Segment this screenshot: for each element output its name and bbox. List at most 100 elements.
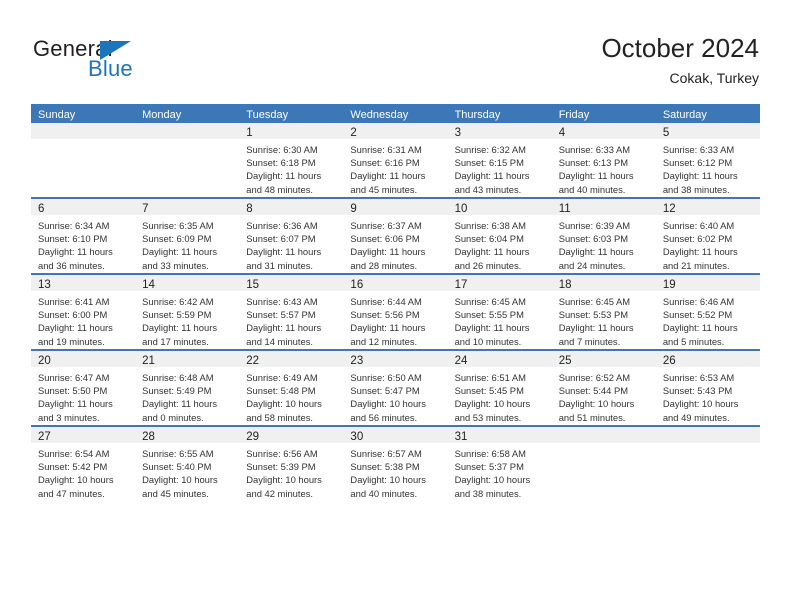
day-daylight-line2-text: and 14 minutes. [246,335,313,347]
day-number[interactable]: 23 [343,351,448,367]
day-daylight-line1-text: Daylight: 10 hours [38,474,114,486]
day-number[interactable]: 8 [239,199,344,215]
day-number[interactable]: 5 [655,123,760,139]
day-cell[interactable]: Sunrise: 6:44 AM Sunset: 5:56 PM Daylight:… [343,291,448,349]
day-sunset-text: Sunset: 5:38 PM [350,461,420,473]
day-sunrise-text: Sunrise: 6:45 AM [454,296,526,307]
day-cell[interactable]: Sunrise: 6:36 AM Sunset: 6:07 PM Daylight:… [239,215,344,273]
day-cell[interactable]: Sunrise: 6:35 AM Sunset: 6:09 PM Daylight:… [135,215,240,273]
day-number[interactable]: 21 [135,351,240,367]
day-number[interactable]: 10 [447,199,552,215]
day-number[interactable]: 6 [31,199,136,215]
day-number[interactable]: 17 [447,275,552,291]
day-sunrise-text: Sunrise: 6:43 AM [246,296,318,307]
day-sunset-text: Sunset: 5:47 PM [350,385,420,397]
day-number[interactable]: 16 [343,275,448,291]
day-number[interactable]: 9 [343,199,448,215]
day-number[interactable]: 1 [239,123,344,139]
day-cell[interactable]: Sunrise: 6:45 AM Sunset: 5:55 PM Daylight:… [447,291,552,349]
weekday-header-friday: Friday [551,104,656,123]
day-cell[interactable]: Sunrise: 6:37 AM Sunset: 6:06 PM Daylight:… [343,215,448,273]
day-sunrise-text: Sunrise: 6:52 AM [558,372,631,383]
day-sunset-text: Sunset: 6:13 PM [558,157,629,169]
day-cell[interactable]: Sunrise: 6:32 AM Sunset: 6:15 PM Daylight:… [447,139,552,197]
generalblue-logo[interactable]: General Blue [33,36,223,86]
day-cell[interactable]: Sunrise: 6:55 AM Sunset: 5:40 PM Daylight:… [135,443,240,501]
day-number[interactable]: 7 [135,199,240,215]
day-sunrise-text: Sunrise: 6:50 AM [350,372,422,383]
day-number[interactable]: 25 [551,351,656,367]
day-cell[interactable]: Sunrise: 6:42 AM Sunset: 5:59 PM Daylight:… [135,291,240,349]
day-cell[interactable]: Sunrise: 6:40 AM Sunset: 6:02 PM Daylight:… [655,215,760,273]
day-cell[interactable]: Sunrise: 6:51 AM Sunset: 5:45 PM Daylight:… [447,367,552,425]
day-cell[interactable]: Sunrise: 6:39 AM Sunset: 6:03 PM Daylight:… [551,215,656,273]
day-number[interactable]: 18 [551,275,656,291]
day-sunrise-text: Sunrise: 6:55 AM [142,448,214,459]
day-sunrise-text: Sunrise: 6:53 AM [662,372,735,383]
day-cell[interactable]: Sunrise: 6:45 AM Sunset: 5:53 PM Daylight:… [551,291,656,349]
day-cell[interactable]: Sunrise: 6:41 AM Sunset: 6:00 PM Daylight:… [31,291,136,349]
day-number[interactable]: 14 [135,275,240,291]
day-sunrise-text: Sunrise: 6:37 AM [350,220,422,231]
day-sunrise-text: Sunrise: 6:32 AM [454,144,526,155]
day-daylight-line1-text: Daylight: 11 hours [142,246,218,258]
day-number[interactable]: 20 [31,351,136,367]
day-cell[interactable]: Sunrise: 6:43 AM Sunset: 5:57 PM Daylight:… [239,291,344,349]
day-number[interactable]: 13 [31,275,136,291]
day-cell[interactable]: Sunrise: 6:53 AM Sunset: 5:43 PM Daylight:… [655,367,760,425]
day-cell[interactable]: Sunrise: 6:54 AM Sunset: 5:42 PM Daylight:… [31,443,136,501]
day-daylight-line2-text: and 5 minutes. [662,335,725,347]
day-cell[interactable]: Sunrise: 6:33 AM Sunset: 6:12 PM Daylight:… [655,139,760,197]
day-number-row: 13 14 15 16 17 18 19 [31,275,760,291]
day-number[interactable]: 26 [655,351,760,367]
day-cell[interactable]: Sunrise: 6:57 AM Sunset: 5:38 PM Daylight:… [343,443,448,501]
day-daylight-line2-text: and 56 minutes. [350,411,418,423]
day-cell[interactable]: Sunrise: 6:46 AM Sunset: 5:52 PM Daylight:… [655,291,760,349]
day-number[interactable]: 31 [447,427,552,443]
day-daylight-line2-text: and 49 minutes. [662,411,730,423]
day-sunrise-text: Sunrise: 6:40 AM [662,220,735,231]
day-daylight-line1-text: Daylight: 10 hours [246,474,322,486]
day-sunrise-text: Sunrise: 6:47 AM [38,372,110,383]
day-cell[interactable]: Sunrise: 6:30 AM Sunset: 6:18 PM Daylight:… [239,139,344,197]
day-number[interactable]: 2 [343,123,448,139]
day-cell[interactable]: Sunrise: 6:33 AM Sunset: 6:13 PM Daylight:… [551,139,656,197]
day-sunset-text: Sunset: 5:37 PM [454,461,524,473]
day-daylight-line2-text: and 26 minutes. [454,259,522,271]
day-cell[interactable]: Sunrise: 6:34 AM Sunset: 6:10 PM Daylight:… [31,215,136,273]
day-cell[interactable]: Sunrise: 6:31 AM Sunset: 6:16 PM Daylight:… [343,139,448,197]
day-sunset-text: Sunset: 6:02 PM [662,233,733,245]
day-detail-row: Sunrise: 6:34 AM Sunset: 6:10 PM Daylight:… [31,215,760,273]
day-number[interactable]: 30 [343,427,448,443]
day-sunrise-text: Sunrise: 6:33 AM [662,144,735,155]
day-number[interactable]: 4 [551,123,656,139]
day-sunset-text: Sunset: 5:42 PM [38,461,108,473]
day-number[interactable]: 22 [239,351,344,367]
day-number[interactable]: 3 [447,123,552,139]
day-cell[interactable]: Sunrise: 6:47 AM Sunset: 5:50 PM Daylight:… [31,367,136,425]
day-cell[interactable]: Sunrise: 6:49 AM Sunset: 5:48 PM Daylight:… [239,367,344,425]
day-cell[interactable]: Sunrise: 6:38 AM Sunset: 6:04 PM Daylight:… [447,215,552,273]
day-sunset-text: Sunset: 6:18 PM [246,157,316,169]
day-sunset-text: Sunset: 5:56 PM [350,309,420,321]
day-daylight-line2-text: and 40 minutes. [350,487,418,499]
day-number[interactable]: 29 [239,427,344,443]
day-daylight-line2-text: and 7 minutes. [558,335,621,347]
day-cell[interactable]: Sunrise: 6:56 AM Sunset: 5:39 PM Daylight:… [239,443,344,501]
day-cell[interactable]: Sunrise: 6:48 AM Sunset: 5:49 PM Daylight:… [135,367,240,425]
day-number[interactable]: 28 [135,427,240,443]
day-sunrise-text: Sunrise: 6:38 AM [454,220,526,231]
day-sunset-text: Sunset: 6:07 PM [246,233,316,245]
day-number[interactable]: 11 [551,199,656,215]
calendar-week-row: 20 21 22 23 24 25 26 Sunrise: 6:47 AM Sunset: 5:… [31,349,760,425]
day-number[interactable]: 27 [31,427,136,443]
day-number[interactable]: 15 [239,275,344,291]
day-number[interactable]: 19 [655,275,760,291]
day-sunrise-text: Sunrise: 6:42 AM [142,296,214,307]
day-daylight-line1-text: Daylight: 10 hours [350,474,426,486]
day-number[interactable]: 12 [655,199,760,215]
day-cell[interactable]: Sunrise: 6:52 AM Sunset: 5:44 PM Daylight:… [551,367,656,425]
day-number[interactable]: 24 [447,351,552,367]
day-cell[interactable]: Sunrise: 6:58 AM Sunset: 5:37 PM Daylight:… [447,443,552,501]
day-cell[interactable]: Sunrise: 6:50 AM Sunset: 5:47 PM Daylight:… [343,367,448,425]
